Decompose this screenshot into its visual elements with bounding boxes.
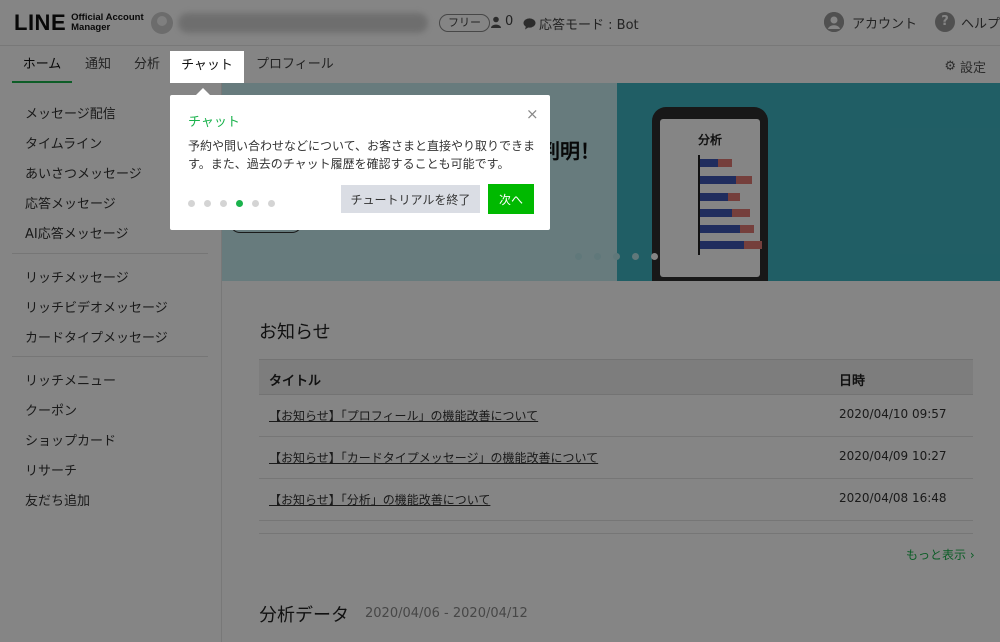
tooltip-title: チャット bbox=[188, 115, 240, 130]
tab-chat-highlight[interactable]: チャット bbox=[170, 51, 244, 83]
end-tutorial-button[interactable]: チュートリアルを終了 bbox=[341, 185, 480, 213]
close-icon[interactable]: × bbox=[526, 105, 539, 123]
step-dot[interactable] bbox=[204, 200, 211, 207]
step-dot[interactable] bbox=[188, 200, 195, 207]
next-button[interactable]: 次へ bbox=[488, 184, 534, 214]
step-dot[interactable] bbox=[220, 200, 227, 207]
step-dot[interactable] bbox=[252, 200, 259, 207]
step-dot-current[interactable] bbox=[236, 200, 243, 207]
tooltip-body: 予約や問い合わせなどについて、お客さまと直接やり取りできます。また、過去のチャッ… bbox=[188, 139, 536, 171]
step-dot[interactable] bbox=[268, 200, 275, 207]
tutorial-tooltip: チャット × 予約や問い合わせなどについて、お客さまと直接やり取りできます。また… bbox=[170, 95, 550, 230]
